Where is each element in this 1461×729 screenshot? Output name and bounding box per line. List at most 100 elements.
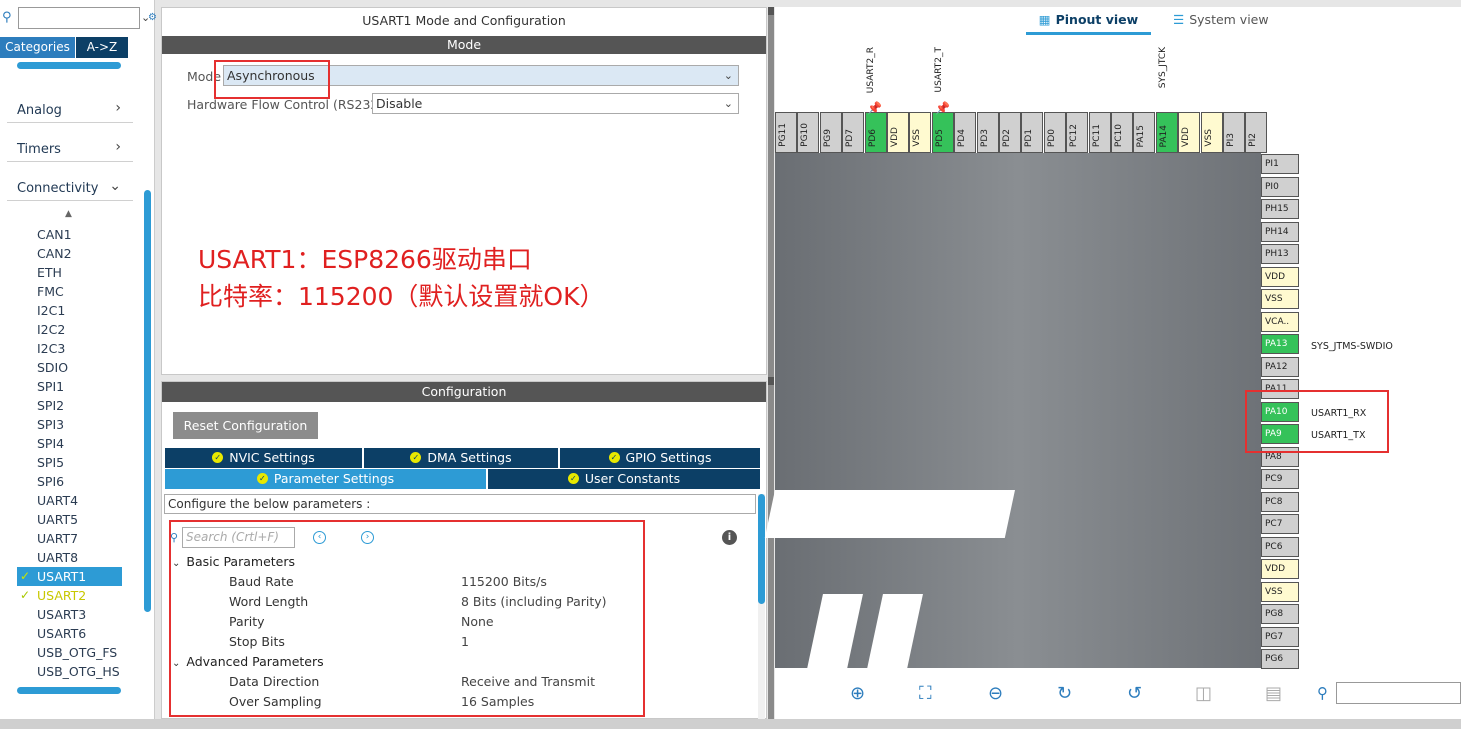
peripheral-item-spi1[interactable]: SPI1 — [37, 377, 64, 396]
scrollbar-thumb[interactable] — [758, 494, 765, 604]
pin-pg7[interactable]: PG7 — [1261, 626, 1299, 647]
peripheral-item-fmc[interactable]: FMC — [37, 282, 64, 301]
fit-screen-icon[interactable]: ⛶ — [919, 683, 932, 704]
rotate-right-icon[interactable]: ↻ — [1057, 683, 1072, 704]
peripheral-item-can1[interactable]: CAN1 — [37, 225, 72, 244]
pin-pc11[interactable]: PC11 — [1088, 112, 1111, 153]
pin-pc9[interactable]: PC9 — [1261, 469, 1299, 489]
peripheral-item-sdio[interactable]: SDIO — [37, 358, 68, 377]
pin-pg10[interactable]: PG10 — [797, 112, 820, 153]
pin-pg6[interactable]: PG6 — [1261, 649, 1299, 669]
peripheral-item-i2c3[interactable]: I2C3 — [37, 339, 65, 358]
pin-vss[interactable]: VSS — [1261, 289, 1299, 309]
peripheral-item-eth[interactable]: ETH — [37, 263, 62, 282]
tab-pinout-view[interactable]: ▦ Pinout view — [1026, 12, 1151, 35]
flip-horizontal-icon[interactable]: ▤ — [1265, 683, 1282, 704]
search-icon[interactable]: ⚲ — [1317, 684, 1328, 702]
pin-pi1[interactable]: PI1 — [1261, 154, 1299, 174]
pin-pc8[interactable]: PC8 — [1261, 491, 1299, 512]
sort-arrow-icon[interactable]: ▲ — [65, 209, 72, 219]
pin-pi0[interactable]: PI0 — [1261, 176, 1299, 197]
peripheral-item-uart8[interactable]: UART8 — [37, 548, 78, 567]
peripheral-item-usart3[interactable]: USART3 — [37, 605, 86, 624]
pin-pd6[interactable]: PD6 — [864, 112, 887, 153]
zoom-in-icon[interactable]: ⊕ — [850, 683, 865, 704]
pin-pc12[interactable]: PC12 — [1066, 112, 1089, 153]
pin-pa12[interactable]: PA12 — [1261, 356, 1299, 377]
peripheral-item-usart1[interactable]: ✓ USART1 — [17, 567, 122, 586]
pin-ph13[interactable]: PH13 — [1261, 244, 1299, 264]
pin-pd7[interactable]: PD7 — [842, 112, 865, 153]
category-search-input[interactable]: ⌄ — [18, 7, 150, 29]
reset-configuration-button[interactable]: Reset Configuration — [173, 412, 318, 439]
peripheral-item-spi2[interactable]: SPI2 — [37, 396, 64, 415]
pin-pc10[interactable]: PC10 — [1111, 112, 1133, 153]
pin-pa13[interactable]: PA13 — [1261, 334, 1299, 354]
pin-pa14[interactable]: PA14 — [1155, 112, 1178, 153]
peripheral-item-usb_otg_hs[interactable]: USB_OTG_HS — [37, 662, 120, 681]
peripheral-item-usart2[interactable]: ✓ USART2 — [17, 586, 86, 605]
pin-pa15[interactable]: PA15 — [1133, 112, 1156, 153]
peripheral-item-uart5[interactable]: UART5 — [37, 510, 78, 529]
pin-pd2[interactable]: PD2 — [999, 112, 1021, 153]
pin-pg8[interactable]: PG8 — [1261, 604, 1299, 624]
tab-system-view[interactable]: ☰ System view — [1173, 12, 1269, 27]
tab-nvic-settings[interactable]: ✓ NVIC Settings — [165, 448, 363, 468]
splitter-handle[interactable] — [768, 7, 774, 15]
splitter-handle[interactable] — [768, 377, 774, 385]
category-analog[interactable]: Analog › — [7, 93, 133, 123]
category-connectivity[interactable]: Connectivity ⌄ — [7, 171, 133, 201]
tab-categories[interactable]: Categories — [0, 37, 75, 58]
pin-pc6[interactable]: PC6 — [1261, 536, 1299, 557]
panel-splitter[interactable] — [768, 7, 774, 719]
info-icon[interactable]: i — [722, 530, 737, 545]
pin-vdd[interactable]: VDD — [1178, 112, 1201, 153]
pin-vdd[interactable]: VDD — [887, 112, 909, 153]
hfc-select[interactable]: Disable ⌄ — [372, 93, 739, 114]
gear-icon[interactable]: ⚙ — [148, 12, 157, 23]
pin-pd4[interactable]: PD4 — [954, 112, 977, 153]
pin-pi3[interactable]: PI3 — [1223, 112, 1245, 153]
peripheral-item-uart4[interactable]: UART4 — [37, 491, 78, 510]
pin-pg9[interactable]: PG9 — [819, 112, 842, 153]
pin-ph15[interactable]: PH15 — [1261, 199, 1299, 219]
pin-vdd[interactable]: VDD — [1261, 266, 1299, 287]
peripheral-item-i2c1[interactable]: I2C1 — [37, 301, 65, 320]
pin-search-input[interactable] — [1336, 682, 1461, 704]
pin-pd3[interactable]: PD3 — [976, 112, 999, 153]
rotate-left-icon[interactable]: ↺ — [1127, 683, 1142, 704]
peripheral-item-spi3[interactable]: SPI3 — [37, 415, 64, 434]
horizontal-scrollbar-bottom[interactable] — [17, 687, 121, 694]
pin-pd1[interactable]: PD1 — [1021, 112, 1044, 153]
peripheral-item-spi6[interactable]: SPI6 — [37, 472, 64, 491]
peripheral-item-can2[interactable]: CAN2 — [37, 244, 72, 263]
peripheral-item-usb_otg_fs[interactable]: USB_OTG_FS — [37, 643, 117, 662]
pin-vss[interactable]: VSS — [1261, 581, 1299, 602]
peripheral-item-i2c2[interactable]: I2C2 — [37, 320, 65, 339]
pin-pd5[interactable]: PD5 — [931, 112, 954, 153]
tab-a-to-z[interactable]: A->Z — [76, 37, 128, 58]
pin-pi2[interactable]: PI2 — [1245, 112, 1268, 153]
tab-parameter-settings[interactable]: ✓ Parameter Settings — [165, 469, 487, 489]
zoom-out-icon[interactable]: ⊖ — [988, 683, 1003, 704]
tab-dma-settings[interactable]: ✓ DMA Settings — [364, 448, 559, 468]
pin-pd0[interactable]: PD0 — [1043, 112, 1066, 153]
pin-pg11[interactable]: PG11 — [775, 112, 797, 153]
search-icon[interactable]: ⚲ — [2, 10, 16, 25]
peripheral-item-usart6[interactable]: USART6 — [37, 624, 86, 643]
pin-ph14[interactable]: PH14 — [1261, 221, 1299, 242]
tab-user-constants[interactable]: ✓ User Constants — [488, 469, 761, 489]
peripheral-item-uart7[interactable]: UART7 — [37, 529, 78, 548]
params-scrollbar[interactable] — [758, 494, 765, 719]
pin-vdd[interactable]: VDD — [1261, 559, 1299, 579]
pin-vss[interactable]: VSS — [1200, 112, 1223, 153]
pin-vss[interactable]: VSS — [909, 112, 932, 153]
peripheral-item-spi5[interactable]: SPI5 — [37, 453, 64, 472]
pin-pc7[interactable]: PC7 — [1261, 514, 1299, 534]
category-timers[interactable]: Timers › — [7, 132, 133, 162]
peripheral-item-spi4[interactable]: SPI4 — [37, 434, 64, 453]
pin-vca[interactable]: VCA.. — [1261, 311, 1299, 332]
horizontal-scrollbar-top[interactable] — [17, 62, 121, 69]
tab-gpio-settings[interactable]: ✓ GPIO Settings — [560, 448, 761, 468]
flip-vertical-icon[interactable]: ◫ — [1195, 683, 1212, 704]
